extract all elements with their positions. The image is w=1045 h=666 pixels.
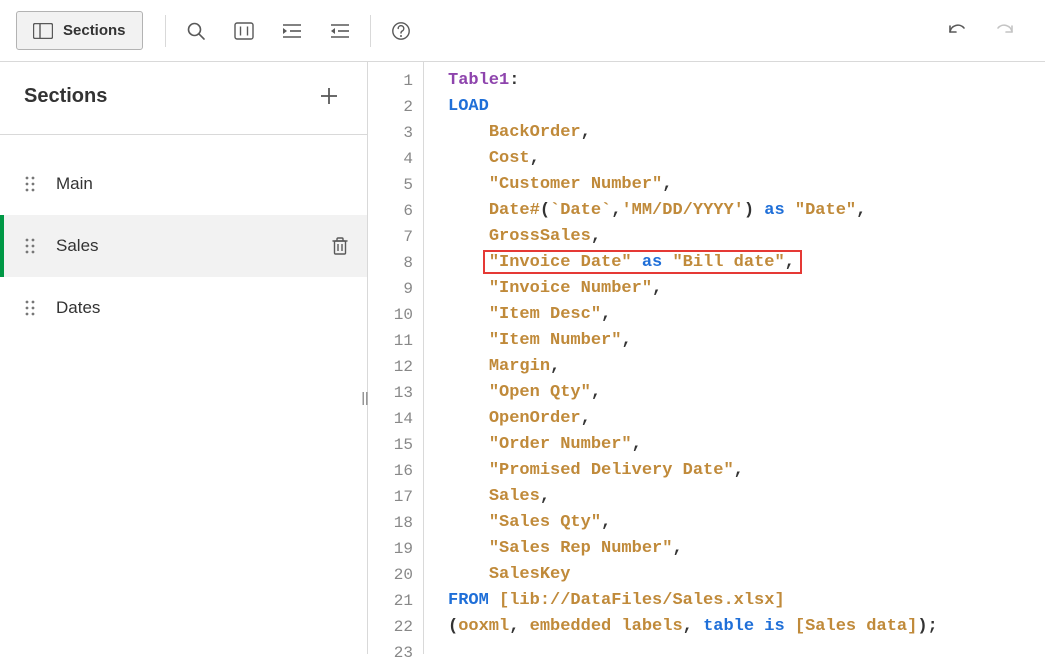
outdent-icon <box>330 23 350 39</box>
line-number: 17 <box>368 484 413 510</box>
line-number: 2 <box>368 94 413 120</box>
help-icon <box>391 21 411 41</box>
code-line[interactable]: "Sales Rep Number", <box>448 536 1045 562</box>
section-item[interactable]: Main <box>0 153 367 215</box>
line-number: 13 <box>368 380 413 406</box>
code-line[interactable]: SalesKey <box>448 562 1045 588</box>
toolbar-divider <box>165 15 166 47</box>
main-area: Sections MainSalesDates || 1234567891011… <box>0 62 1045 654</box>
code-line[interactable]: Cost, <box>448 146 1045 172</box>
code-line[interactable] <box>448 640 1045 666</box>
line-gutter: 1234567891011121314151617181920212223 <box>368 62 424 654</box>
line-number: 7 <box>368 224 413 250</box>
section-item[interactable]: Dates <box>0 277 367 339</box>
comment-button[interactable] <box>220 7 268 55</box>
section-item[interactable]: Sales <box>0 215 367 277</box>
redo-icon <box>994 22 1016 40</box>
line-number: 15 <box>368 432 413 458</box>
code-line[interactable]: "Sales Qty", <box>448 510 1045 536</box>
sections-toggle-label: Sections <box>63 22 126 39</box>
add-section-button[interactable] <box>315 82 343 110</box>
panel-icon <box>33 23 53 39</box>
toolbar: Sections <box>0 0 1045 62</box>
line-number: 20 <box>368 562 413 588</box>
plus-icon <box>319 86 339 106</box>
sidebar-header: Sections <box>0 62 367 135</box>
redo-button <box>981 7 1029 55</box>
section-label: Main <box>56 174 349 194</box>
line-number: 12 <box>368 354 413 380</box>
code-line[interactable]: Margin, <box>448 354 1045 380</box>
toolbar-divider <box>370 15 371 47</box>
code-line[interactable]: Sales, <box>448 484 1045 510</box>
sidebar-title: Sections <box>24 85 107 108</box>
code-area[interactable]: Table1:LOAD BackOrder, Cost, "Customer N… <box>424 62 1045 654</box>
delete-section-button[interactable] <box>331 236 349 256</box>
code-line[interactable]: "Promised Delivery Date", <box>448 458 1045 484</box>
section-label: Sales <box>56 236 311 256</box>
undo-button[interactable] <box>933 7 981 55</box>
line-number: 22 <box>368 614 413 640</box>
drag-handle-icon[interactable] <box>24 299 36 317</box>
code-line[interactable]: (ooxml, embedded labels, table is [Sales… <box>448 614 1045 640</box>
code-line[interactable]: Table1: <box>448 68 1045 94</box>
trash-icon <box>331 236 349 256</box>
line-number: 19 <box>368 536 413 562</box>
indent-icon <box>282 23 302 39</box>
line-number: 6 <box>368 198 413 224</box>
code-line[interactable]: "Order Number", <box>448 432 1045 458</box>
line-number: 16 <box>368 458 413 484</box>
code-line[interactable]: "Customer Number", <box>448 172 1045 198</box>
drag-handle-icon[interactable] <box>24 175 36 193</box>
code-line[interactable]: GrossSales, <box>448 224 1045 250</box>
code-line[interactable]: OpenOrder, <box>448 406 1045 432</box>
line-number: 14 <box>368 406 413 432</box>
help-button[interactable] <box>377 7 425 55</box>
section-label: Dates <box>56 298 349 318</box>
line-number: 8 <box>368 250 413 276</box>
line-number: 1 <box>368 68 413 94</box>
line-number: 10 <box>368 302 413 328</box>
drag-handle-icon[interactable] <box>24 237 36 255</box>
code-line[interactable]: LOAD <box>448 94 1045 120</box>
code-line[interactable]: "Item Desc", <box>448 302 1045 328</box>
sidebar: Sections Main Sales Dates || <box>0 62 368 654</box>
line-number: 5 <box>368 172 413 198</box>
outdent-button[interactable] <box>316 7 364 55</box>
sections-toggle-button[interactable]: Sections <box>16 11 143 50</box>
line-number: 4 <box>368 146 413 172</box>
code-line[interactable]: "Invoice Date" as "Bill date", <box>448 250 1045 276</box>
comment-icon <box>234 22 254 40</box>
undo-icon <box>946 22 968 40</box>
sections-list: Main Sales Dates <box>0 135 367 339</box>
line-number: 18 <box>368 510 413 536</box>
code-line[interactable]: FROM [lib://DataFiles/Sales.xlsx] <box>448 588 1045 614</box>
code-editor[interactable]: 1234567891011121314151617181920212223 Ta… <box>368 62 1045 654</box>
code-line[interactable]: "Item Number", <box>448 328 1045 354</box>
search-icon <box>186 21 206 41</box>
line-number: 3 <box>368 120 413 146</box>
code-line[interactable]: "Open Qty", <box>448 380 1045 406</box>
line-number: 11 <box>368 328 413 354</box>
code-line[interactable]: BackOrder, <box>448 120 1045 146</box>
code-line[interactable]: Date#(`Date`,'MM/DD/YYYY') as "Date", <box>448 198 1045 224</box>
code-line[interactable]: "Invoice Number", <box>448 276 1045 302</box>
indent-button[interactable] <box>268 7 316 55</box>
sidebar-resize-handle[interactable]: || <box>359 388 371 406</box>
line-number: 23 <box>368 640 413 666</box>
line-number: 21 <box>368 588 413 614</box>
search-button[interactable] <box>172 7 220 55</box>
line-number: 9 <box>368 276 413 302</box>
